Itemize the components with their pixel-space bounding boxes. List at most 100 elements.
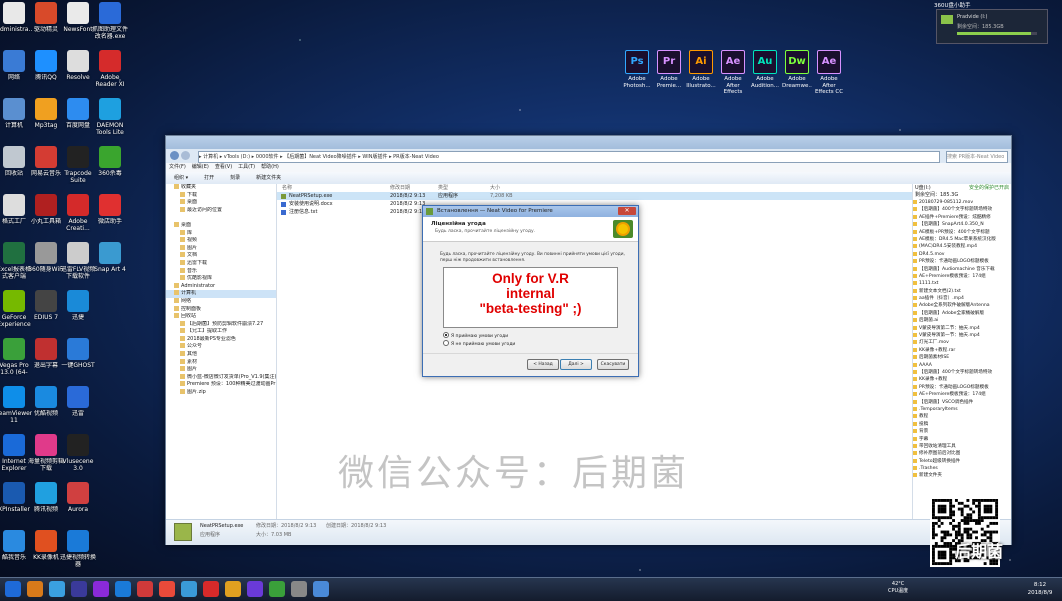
nav-item[interactable]: 2018最新PS专业滤色	[166, 335, 276, 344]
usb-file-item[interactable]: Teleto超级转换插件	[913, 458, 1011, 465]
usb-file-item[interactable]: 修补原图前后对比图	[913, 450, 1011, 457]
installer-dialog[interactable]: Встановлення — Neat Video for Premiere ✕…	[422, 205, 639, 377]
usb-protect-link[interactable]: 安全的保护已开启	[969, 184, 1009, 192]
usb-widget-panel[interactable]: Pradvide (I:) 剩余空间：185.3GB	[936, 9, 1048, 44]
toolbar-button[interactable]: 新建文件夹	[256, 175, 281, 181]
nav-item[interactable]: 【兄工】提取工作	[166, 328, 276, 336]
nav-item[interactable]: 图片	[166, 244, 276, 253]
nav-item[interactable]: 【后期菌】预防剪辑软件崩溃7.27	[166, 320, 276, 329]
menu-item[interactable]: 查看(V)	[215, 164, 232, 170]
usb-file-item[interactable]: KK录像+教程	[913, 376, 1011, 383]
tray-clock[interactable]: 8:12 2018/8/9	[1020, 581, 1060, 597]
toolbar-button[interactable]: 组织 ▾	[174, 175, 188, 181]
usb-file-item[interactable]: 教程	[913, 413, 1011, 420]
desktop-icon[interactable]: NewsFont	[60, 2, 96, 33]
usb-file-item[interactable]: V蒙皮导演第一节：抽天.mp4	[913, 332, 1011, 339]
file-row[interactable]: NeatPRSetup.exe 2018/8/2 9:13 应用程序 7,208 KB	[277, 192, 912, 200]
nav-item[interactable]: 回收站	[166, 313, 276, 321]
desktop-icon[interactable]: 迅雷	[60, 386, 96, 417]
desktop-icon[interactable]: 驱动精灵	[28, 2, 64, 33]
radio-accept[interactable]: Я приймаю умови угоди	[443, 332, 508, 340]
taskbar-app-icon[interactable]	[159, 581, 175, 597]
usb-file-item[interactable]: 新建文件夹	[913, 472, 1011, 479]
desktop-icon[interactable]: 微店助手	[92, 194, 128, 225]
adobe-app-icon[interactable]: AeAdobe After Effects CC...	[718, 50, 748, 96]
usb-file-item[interactable]: 1111.txt	[913, 280, 1011, 287]
nav-item[interactable]: 视频	[166, 237, 276, 245]
taskbar-app-icon[interactable]	[203, 581, 219, 597]
nav-item[interactable]: 图片	[166, 366, 276, 374]
adobe-app-icon[interactable]: Dw Adobe Dreamwe...	[782, 50, 812, 89]
usb-file-item[interactable]: 后期菌.ai	[913, 317, 1011, 324]
menu-item[interactable]: 编辑(E)	[192, 164, 209, 170]
desktop-icon[interactable]: 迅捷	[60, 290, 96, 321]
usb-file-item[interactable]: 【后期菌】VSCO调色插件	[913, 399, 1011, 406]
explorer-titlebar[interactable]	[166, 136, 1011, 149]
usb-file-item[interactable]: AE模板+PR预设：400个文字标题	[913, 229, 1011, 236]
usb-file-item[interactable]: V蒙皮导演第二节：抽天.mp4	[913, 325, 1011, 332]
desktop-icon[interactable]: 百度网盘	[60, 98, 96, 129]
usb-file-item[interactable]: 后期菌素材ISE	[913, 354, 1011, 361]
desktop-icon[interactable]: 360杀毒	[92, 146, 128, 177]
address-bar[interactable]: ▸ 计算机 ▸ vTools (D:) ▸ 0000软件 ▸ 【后期菌】Neat…	[198, 151, 940, 163]
desktop-icon[interactable]: KK录像机	[28, 530, 64, 561]
desktop-icon[interactable]: DAEMON Tools Lite	[92, 98, 128, 136]
adobe-app-icon[interactable]: Ai Adobe Illustrato...	[686, 50, 716, 89]
back-button[interactable]: < Назад	[527, 359, 559, 370]
column-date[interactable]: 修改日期	[390, 184, 410, 192]
column-size[interactable]: 大小	[490, 184, 500, 192]
taskbar-app-icon[interactable]	[313, 581, 329, 597]
usb-file-item[interactable]: 新建文本文档(2).txt	[913, 288, 1011, 295]
nav-item[interactable]: 收藏夹	[166, 184, 276, 192]
desktop-icon[interactable]: 迅雷FLV视频下载软件	[60, 242, 96, 280]
column-name[interactable]: 名称	[282, 184, 292, 192]
nav-item[interactable]: 迅雷下载	[166, 259, 276, 268]
adobe-app-icon[interactable]: AeAdobe After Effects CC 2017	[814, 50, 844, 96]
desktop-icon[interactable]: 腾讯QQ	[28, 50, 64, 81]
nav-item[interactable]: 网络	[166, 297, 276, 306]
nav-item[interactable]: 素材	[166, 358, 276, 367]
forward-icon[interactable]	[181, 151, 190, 160]
usb-file-item[interactable]: AE+Premiere模板预设：174组	[913, 391, 1011, 398]
menu-item[interactable]: 工具(T)	[238, 164, 255, 170]
nav-item[interactable]: 图片.zip	[166, 389, 276, 397]
desktop-icon[interactable]: 360随身WiFi	[28, 242, 64, 273]
cancel-button[interactable]: Скасувати	[597, 359, 629, 370]
usb-file-item[interactable]: PR预设：卡通动画LOGO标题模板	[913, 384, 1011, 391]
nav-item[interactable]: 文档	[166, 252, 276, 260]
taskbar-app-icon[interactable]	[137, 581, 153, 597]
license-text[interactable]: Only for V.R internal "beta-testing" ;)	[443, 267, 618, 328]
desktop-icon[interactable]: 退出字幕	[28, 338, 64, 369]
usb-file-item[interactable]: AE插件+Premiere预设：炫酷精修	[913, 214, 1011, 221]
nav-item[interactable]: 公众号	[166, 343, 276, 351]
usb-file-item[interactable]: 字幕	[913, 436, 1011, 443]
taskbar-app-icon[interactable]	[269, 581, 285, 597]
menu-item[interactable]: 文件(F)	[169, 164, 186, 170]
usb-file-item[interactable]: 投稿	[913, 421, 1011, 428]
nav-item[interactable]: 最近访问的位置	[166, 206, 276, 215]
usb-drive-pane[interactable]: U盘(I:) 安全的保护已开启 剩余空间：185.3G 20180729-085…	[912, 184, 1011, 519]
desktop-icon[interactable]: Snap Art 4	[92, 242, 128, 273]
adobe-app-icon[interactable]: Ps Adobe Photosh...	[622, 50, 652, 89]
adobe-app-icon[interactable]: Pr Adobe Premie...	[654, 50, 684, 89]
nav-item[interactable]: Administrator	[166, 282, 276, 291]
taskbar-app-icon[interactable]	[291, 581, 307, 597]
usb-file-item[interactable]: PR预设：卡通动画LOGO标题模板	[913, 258, 1011, 265]
nav-item[interactable]: 控制面板	[166, 305, 276, 314]
nav-item[interactable]: 下载	[166, 191, 276, 200]
toolbar-button[interactable]: 刻录	[230, 175, 240, 181]
usb-file-item[interactable]: 20180729-085112.mov	[913, 199, 1011, 206]
back-icon[interactable]	[170, 151, 179, 160]
desktop-icon[interactable]: Trapcode Suite 12.1...	[60, 146, 96, 184]
adobe-app-icon[interactable]: Au Adobe Audition...	[750, 50, 780, 89]
desktop-icon[interactable]: 腾讯视频	[28, 482, 64, 513]
usb-file-item[interactable]: AAAA	[913, 362, 1011, 369]
menu-item[interactable]: 帮助(H)	[261, 164, 279, 170]
desktop-icon[interactable]: 迅捷视频转换器	[60, 530, 96, 568]
taskbar-app-icon[interactable]	[5, 581, 21, 597]
taskbar-app-icon[interactable]	[93, 581, 109, 597]
usb-file-item[interactable]: AE+Premiere模板预设：174组	[913, 273, 1011, 280]
nav-item[interactable]: 微小蓝-微店微订发货单(Pro_V1.9(集汪)	[166, 373, 276, 382]
search-input[interactable]: 搜索 PR版本-Neat Video	[946, 151, 1008, 163]
usb-file-item[interactable]: 【后期菌】Audiomachine 音乐下载	[913, 266, 1011, 273]
